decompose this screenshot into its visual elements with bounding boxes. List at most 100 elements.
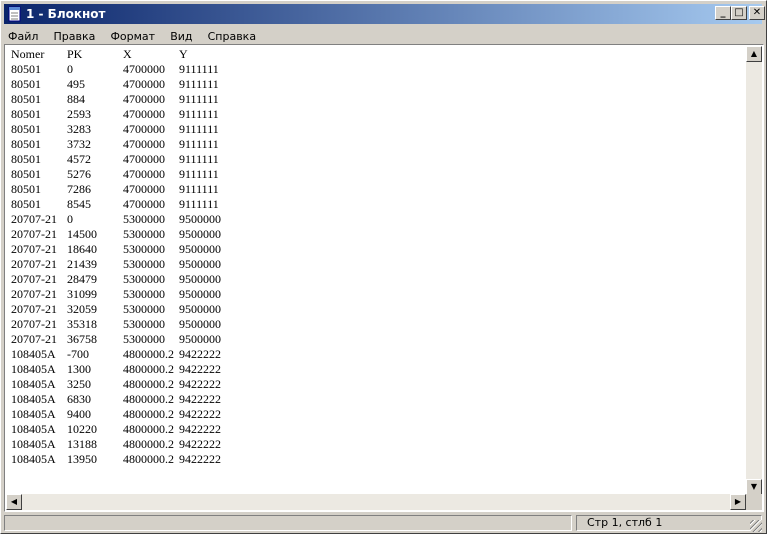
nomer-cell: 20707-21 [11,332,57,346]
y-cell: 9111111 [179,122,219,136]
pk-cell: -700 [67,347,89,361]
nomer-cell: 108405A [11,452,56,466]
nomer-cell: 108405A [11,437,56,451]
arrow-left-icon: ◀ [10,497,18,506]
pk-cell: 21439 [67,257,97,271]
nomer-cell: 80501 [11,92,41,106]
y-cell: 9500000 [179,257,221,271]
x-cell: 5300000 [123,272,165,286]
notepad-window: 1 - Блокнот _ □ ✕ Файл Правка Формат Вид… [0,0,767,534]
pk-cell: 884 [67,92,85,106]
y-cell: Y [179,47,188,61]
y-cell: 9422222 [179,392,221,406]
scroll-right-button[interactable]: ▶ [730,494,746,510]
pk-cell: 10220 [67,422,97,436]
x-cell: 4800000.2 [123,407,174,421]
x-cell: 5300000 [123,212,165,226]
pk-cell: PK [67,47,83,61]
nomer-cell: Nomer [11,47,45,61]
pk-cell: 6830 [67,392,91,406]
x-cell: 4800000.2 [123,347,174,361]
pk-cell: 35318 [67,317,97,331]
y-cell: 9500000 [179,317,221,331]
scroll-left-button[interactable]: ◀ [6,494,22,510]
x-cell: 4800000.2 [123,437,174,451]
y-cell: 9500000 [179,287,221,301]
x-cell: 5300000 [123,257,165,271]
notepad-icon[interactable] [8,6,22,22]
close-button[interactable]: ✕ [749,6,765,20]
y-cell: 9422222 [179,437,221,451]
pk-cell: 9400 [67,407,91,421]
title-bar[interactable]: 1 - Блокнот _ □ ✕ [4,4,765,24]
nomer-cell: 108405A [11,377,56,391]
x-cell: 4700000 [123,167,165,181]
x-cell: 4700000 [123,122,165,136]
x-cell: 4700000 [123,182,165,196]
nomer-cell: 20707-21 [11,287,57,301]
pk-cell: 495 [67,77,85,91]
pk-cell: 32059 [67,302,97,316]
y-cell: 9500000 [179,227,221,241]
nomer-cell: 80501 [11,122,41,136]
arrow-up-icon: ▲ [750,49,758,58]
nomer-cell: 20707-21 [11,227,57,241]
y-cell: 9500000 [179,332,221,346]
pk-cell: 3732 [67,137,91,151]
nomer-cell: 20707-21 [11,272,57,286]
pk-cell: 14500 [67,227,97,241]
minimize-button[interactable]: _ [715,6,731,20]
y-cell: 9111111 [179,197,219,211]
nomer-cell: 80501 [11,77,41,91]
pk-cell: 13188 [67,437,97,451]
horizontal-scrollbar[interactable]: ◀ ▶ [6,494,746,510]
nomer-cell: 80501 [11,62,41,76]
x-cell: 5300000 [123,332,165,346]
pk-cell: 2593 [67,107,91,121]
y-cell: 9422222 [179,422,221,436]
nomer-cell: 108405A [11,362,56,376]
cursor-position: Стр 1, стлб 1 [576,515,762,531]
resize-grip[interactable] [750,520,762,532]
maximize-button[interactable]: □ [731,6,747,20]
pk-cell: 4572 [67,152,91,166]
pk-cell: 3283 [67,122,91,136]
menu-bar: Файл Правка Формат Вид Справка [4,25,762,44]
nomer-cell: 80501 [11,167,41,181]
x-cell: 4800000.2 [123,422,174,436]
y-cell: 9111111 [179,137,219,151]
y-cell: 9111111 [179,92,219,106]
scroll-up-button[interactable]: ▲ [746,46,762,62]
nomer-cell: 80501 [11,107,41,121]
nomer-cell: 80501 [11,152,41,166]
pk-cell: 13950 [67,452,97,466]
x-cell: 4800000.2 [123,392,174,406]
nomer-cell: 80501 [11,197,41,211]
y-cell: 9111111 [179,77,219,91]
y-cell: 9111111 [179,107,219,121]
arrow-down-icon: ▼ [750,482,758,491]
scroll-down-button[interactable]: ▼ [746,479,762,495]
arrow-right-icon: ▶ [734,497,742,506]
x-cell: 5300000 [123,302,165,316]
vertical-scrollbar[interactable]: ▲ ▼ [746,46,762,495]
pk-cell: 5276 [67,167,91,181]
y-cell: 9500000 [179,242,221,256]
nomer-cell: 20707-21 [11,257,57,271]
nomer-cell: 20707-21 [11,212,57,226]
y-cell: 9422222 [179,377,221,391]
pk-cell: 0 [67,62,73,76]
x-cell: 4700000 [123,197,165,211]
y-cell: 9500000 [179,212,221,226]
x-cell: 5300000 [123,317,165,331]
pk-cell: 31099 [67,287,97,301]
y-cell: 9422222 [179,452,221,466]
x-cell: 5300000 [123,242,165,256]
y-cell: 9111111 [179,152,219,166]
text-editor[interactable]: Nomer PK X Y 80501 0 4700000 9111111 80501 495 470… [4,44,764,512]
nomer-cell: 20707-21 [11,317,57,331]
maximize-icon: □ [734,7,744,18]
nomer-cell: 80501 [11,182,41,196]
scrollbar-corner [746,494,762,510]
pk-cell: 3250 [67,377,91,391]
